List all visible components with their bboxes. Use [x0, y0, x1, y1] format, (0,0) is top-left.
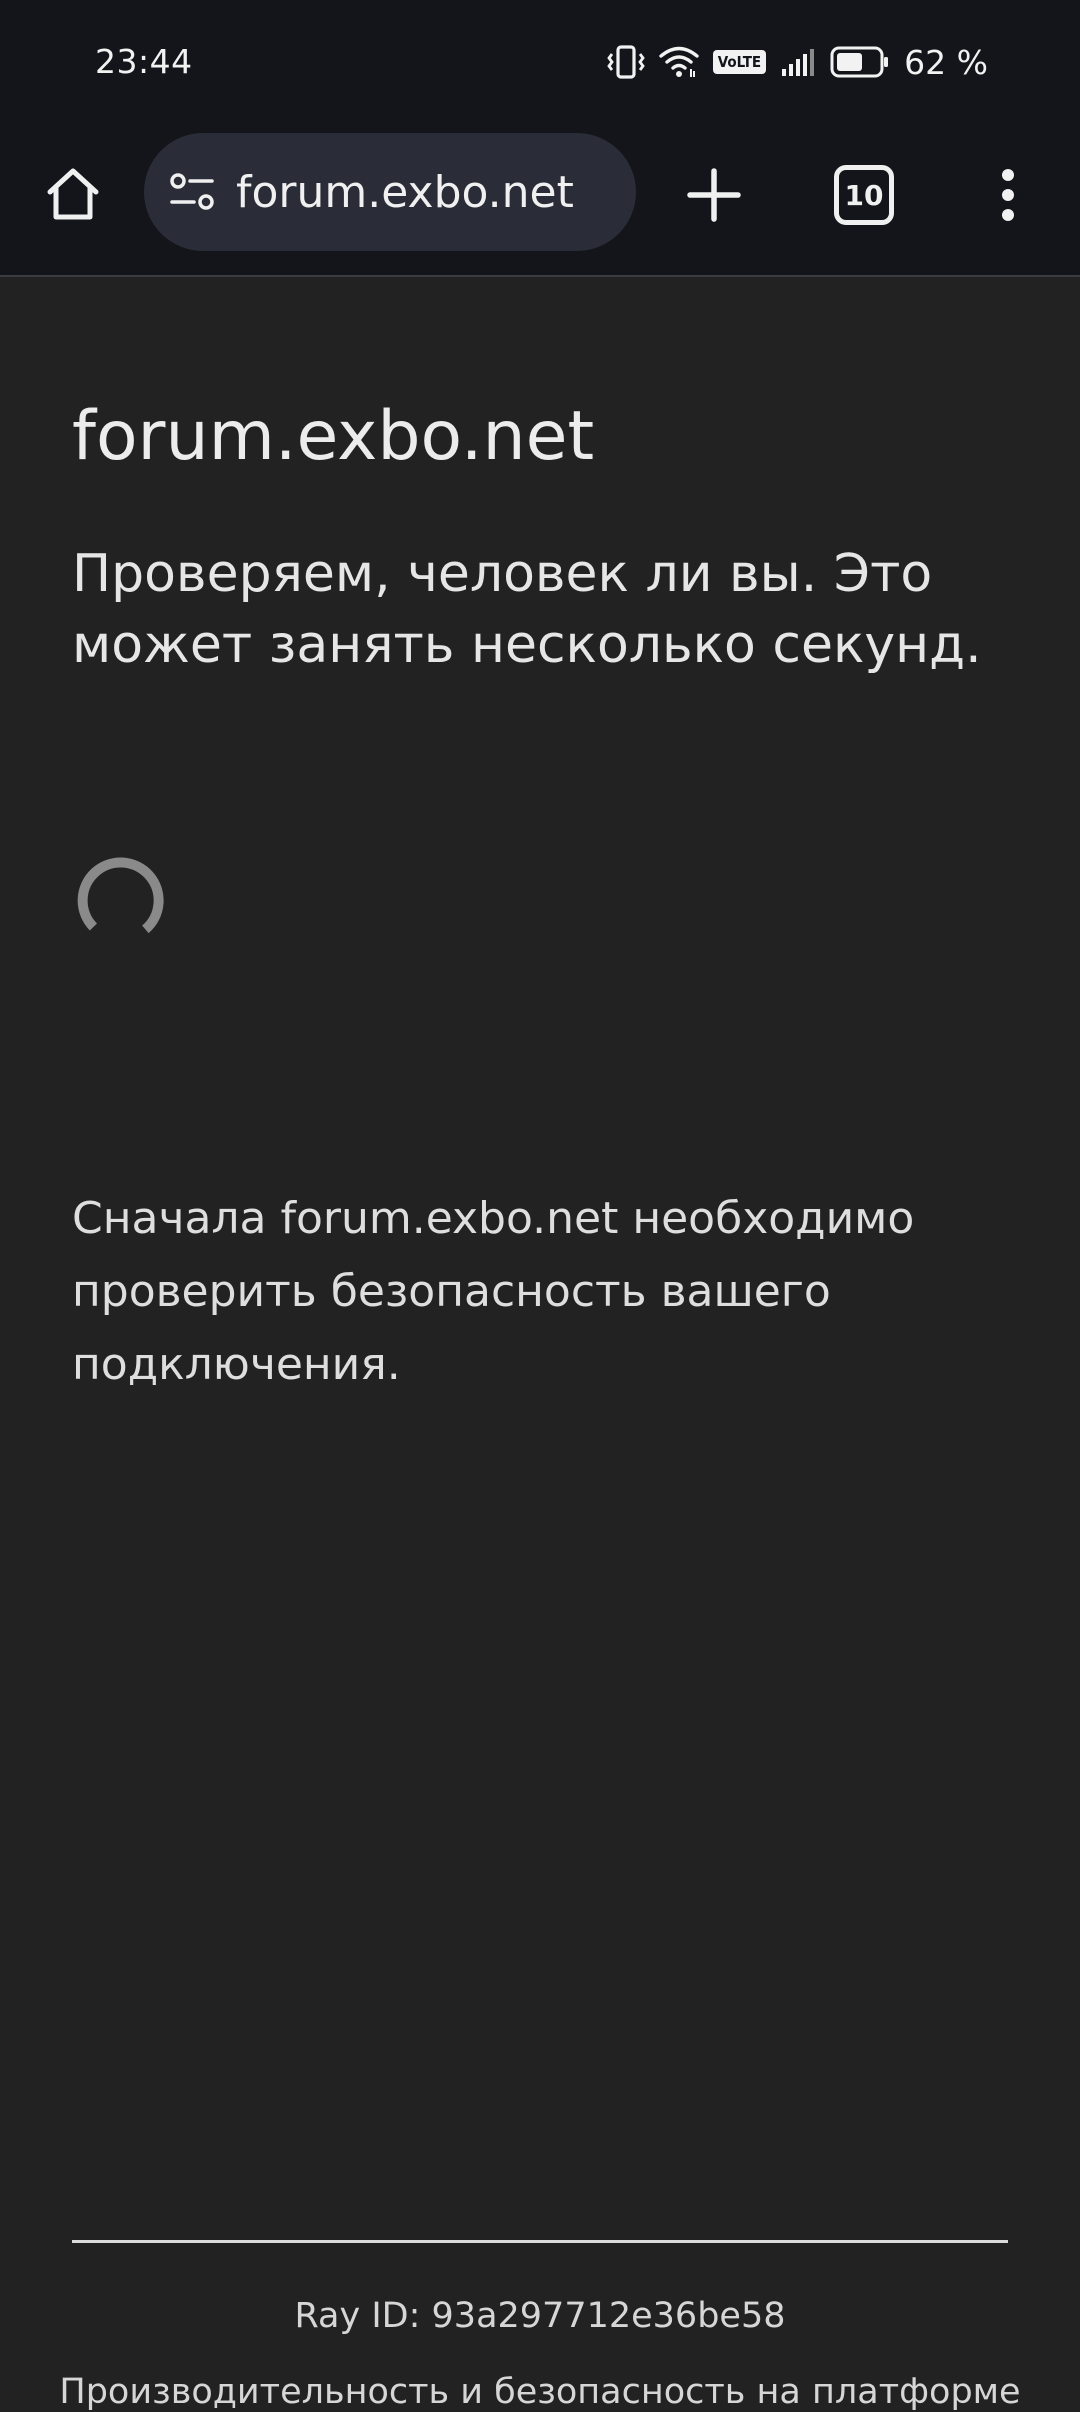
- battery-icon: [830, 46, 890, 78]
- loading-spinner: [72, 855, 164, 947]
- page-subtitle: Проверяем, человек ли вы. Это может заня…: [72, 544, 982, 675]
- address-bar-url: forum.exbo.net: [236, 166, 574, 218]
- wifi-icon: [659, 45, 699, 79]
- ray-id: Ray ID: 93a297712e36be58: [294, 2296, 786, 2336]
- more-menu-button[interactable]: [990, 161, 1026, 233]
- browser-toolbar: forum.exbo.net 10: [0, 125, 1080, 277]
- new-tab-button[interactable]: [678, 161, 750, 233]
- footer-text: Производительность и безопасность на пла…: [59, 2372, 1021, 2412]
- home-icon: [44, 165, 102, 227]
- status-bar: 23:44 VoLTE 62 %: [0, 0, 1080, 125]
- status-icons: VoLTE 62 %: [606, 38, 988, 86]
- plus-icon: [686, 167, 742, 227]
- battery-percent: 62 %: [904, 42, 988, 82]
- volte-icon: VoLTE: [712, 50, 767, 74]
- footer-divider: [72, 2240, 1008, 2243]
- status-time: 23:44: [95, 42, 193, 81]
- security-note: Сначала forum.exbo.net необходимо провер…: [72, 1193, 915, 1390]
- site-info-icon[interactable]: [166, 166, 218, 218]
- tab-count: 10: [844, 178, 884, 212]
- signal-icon: [780, 47, 816, 77]
- tab-switcher-button[interactable]: 10: [834, 165, 894, 225]
- address-bar[interactable]: forum.exbo.net: [144, 133, 636, 251]
- home-button[interactable]: [38, 161, 108, 231]
- vibrate-icon: [606, 44, 645, 80]
- spinner-icon: [77, 857, 164, 934]
- more-vert-icon: [999, 167, 1017, 227]
- page-title: forum.exbo.net: [72, 397, 595, 476]
